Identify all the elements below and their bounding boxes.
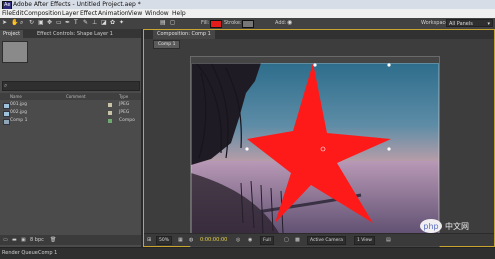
- clone-stamp-tool-icon[interactable]: ⊥: [92, 20, 98, 26]
- timecode[interactable]: 0:00:00:00: [200, 237, 227, 243]
- project-panel-tabs: Project Effect Controls: Shape Layer 1: [0, 29, 141, 38]
- menu-bar: File Edit Composition Layer Effect Anima…: [0, 9, 495, 18]
- delete-icon[interactable]: 🗑: [50, 237, 56, 243]
- menu-effect[interactable]: Effect: [80, 10, 97, 17]
- label-color-swatch[interactable]: [108, 119, 112, 123]
- project-item-row[interactable]: Comp 1 Compo: [0, 117, 141, 125]
- toggle-pixel-aspect-icon[interactable]: ▤: [386, 237, 391, 243]
- project-item-name: 002.jpg: [10, 110, 27, 115]
- new-composition-icon[interactable]: ▣: [21, 237, 26, 243]
- add-label: Add:: [275, 20, 287, 26]
- bottom-panel-tabs: Render Queue Comp 1: [0, 247, 495, 259]
- camera-icon[interactable]: ◍: [189, 237, 193, 243]
- project-search-input[interactable]: ⌕: [2, 81, 140, 91]
- bpc-value[interactable]: 8 bpc: [30, 237, 44, 243]
- composition-icon: [3, 119, 10, 125]
- project-item-name: Comp 1: [10, 118, 28, 123]
- snap-icon[interactable]: ◻: [170, 20, 176, 26]
- interpret-footage-icon[interactable]: ▭: [3, 237, 8, 243]
- project-thumbnail: [2, 41, 28, 63]
- views-layout-dropdown[interactable]: 1 View: [354, 236, 375, 245]
- composition-tabbar: Composition: Comp 1: [144, 30, 494, 39]
- tab-project[interactable]: Project: [0, 30, 24, 38]
- hand-tool-icon[interactable]: ✋: [11, 20, 18, 26]
- php-watermark: php 中文网: [419, 216, 479, 236]
- show-channel-icon[interactable]: ◉: [248, 237, 252, 243]
- column-type[interactable]: Type: [119, 93, 128, 100]
- svg-text:中文网: 中文网: [445, 221, 469, 231]
- menu-view[interactable]: View: [128, 10, 142, 17]
- composition-breadcrumb[interactable]: Comp 1: [153, 40, 181, 49]
- menu-edit[interactable]: Edit: [12, 10, 24, 17]
- rotate-tool-icon[interactable]: ↻: [29, 20, 35, 26]
- composition-viewer[interactable]: [190, 56, 440, 248]
- type-tool-icon[interactable]: T: [74, 20, 80, 26]
- project-item-row[interactable]: 001.jpg JPEG: [0, 101, 141, 109]
- php-logo-icon: php 中文网: [420, 219, 469, 233]
- fill-color-swatch[interactable]: [210, 20, 222, 28]
- camera-view-dropdown[interactable]: Active Camera: [307, 236, 347, 245]
- menu-layer[interactable]: Layer: [62, 10, 79, 17]
- add-menu-icon[interactable]: ◉: [287, 19, 292, 26]
- project-item-type: JPEG: [119, 102, 130, 107]
- label-color-swatch[interactable]: [108, 111, 112, 115]
- project-column-header: Name Comment Type: [0, 93, 141, 100]
- tab-render-queue[interactable]: Render Queue: [2, 250, 38, 256]
- pen-tool-icon[interactable]: ✒: [65, 20, 71, 26]
- project-item-row[interactable]: 002.jpg JPEG: [0, 109, 141, 117]
- eraser-tool-icon[interactable]: ◪: [101, 20, 107, 26]
- composition-canvas: [191, 63, 439, 240]
- menu-help[interactable]: Help: [172, 10, 186, 17]
- menu-file[interactable]: File: [2, 10, 12, 17]
- tab-composition-comp-1[interactable]: Composition: Comp 1: [153, 30, 215, 39]
- transparency-grid-icon[interactable]: ▩: [295, 237, 300, 243]
- workspace-value: All Panels: [449, 21, 473, 27]
- project-item-name: 001.jpg: [10, 102, 27, 107]
- safe-zones-icon[interactable]: ▦: [178, 237, 183, 243]
- title-bar: Ae Adobe After Effects - Untitled Projec…: [0, 0, 495, 10]
- window-title: Adobe After Effects - Untitled Project.a…: [13, 1, 141, 8]
- align-icon[interactable]: ▤: [160, 20, 166, 26]
- tab-timeline-comp-1[interactable]: Comp 1: [38, 250, 57, 256]
- zoom-tool-icon[interactable]: ⌕: [20, 20, 26, 26]
- snapshot-icon[interactable]: ◎: [236, 237, 240, 243]
- menu-composition[interactable]: Composition: [24, 10, 61, 17]
- resolution-dropdown[interactable]: Full: [260, 236, 274, 245]
- fill-label: Fill:: [201, 20, 210, 26]
- column-comment[interactable]: Comment: [66, 93, 86, 100]
- rectangle-tool-icon[interactable]: ▭: [56, 20, 62, 26]
- project-item-type: JPEG: [119, 110, 130, 115]
- composition-panel: Composition: Comp 1 Comp 1 ⊞ 50% ▦ ◍ 0:0…: [143, 29, 495, 248]
- stroke-color-swatch[interactable]: [242, 20, 254, 28]
- brush-tool-icon[interactable]: ✎: [83, 20, 89, 26]
- selection-tool-icon[interactable]: ➤: [2, 20, 8, 26]
- chevron-down-icon: ▾: [487, 21, 490, 27]
- project-panel: Project Effect Controls: Shape Layer 1 ⌕…: [0, 29, 143, 247]
- stroke-label: Stroke:: [224, 20, 242, 26]
- menu-window[interactable]: Window: [145, 10, 169, 17]
- search-icon: ⌕: [4, 82, 8, 89]
- composition-image: [191, 63, 439, 240]
- roto-brush-tool-icon[interactable]: ✿: [110, 20, 116, 26]
- workspace-dropdown[interactable]: All Panels ▾: [446, 19, 493, 27]
- tab-effect-controls[interactable]: Effect Controls: Shape Layer 1: [34, 30, 116, 38]
- zoom-dropdown[interactable]: 50%: [156, 236, 173, 245]
- pan-behind-tool-icon[interactable]: ✥: [47, 20, 53, 26]
- project-item-type: Compo: [119, 118, 135, 123]
- puppet-tool-icon[interactable]: ✦: [119, 20, 125, 26]
- region-of-interest-icon[interactable]: ▢: [284, 237, 289, 243]
- project-panel-footer: ▭ ▬ ▣ 8 bpc 🗑: [0, 235, 141, 245]
- fit-icon[interactable]: ⊞: [147, 237, 151, 243]
- svg-text:php: php: [423, 222, 438, 231]
- label-color-swatch[interactable]: [108, 103, 112, 107]
- camera-tool-icon[interactable]: ▣: [38, 20, 44, 26]
- menu-animation[interactable]: Animation: [98, 10, 129, 17]
- column-name[interactable]: Name: [10, 93, 22, 100]
- new-folder-icon[interactable]: ▬: [12, 237, 17, 243]
